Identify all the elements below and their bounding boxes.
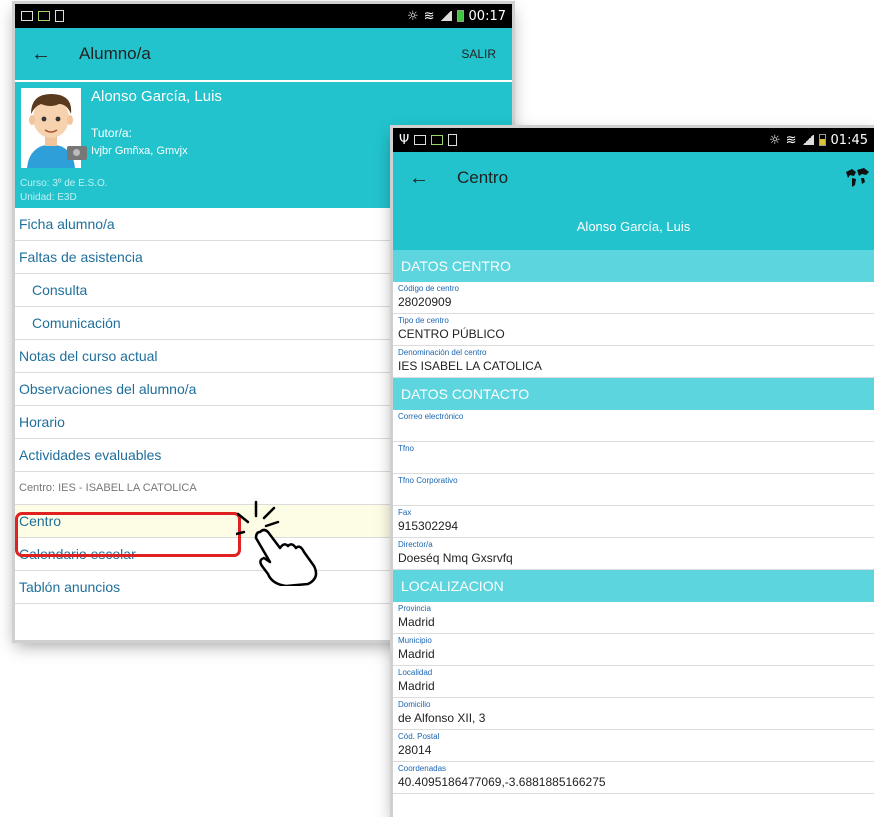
field-value: IES ISABEL LA CATOLICA (398, 359, 542, 373)
field-correo: Correo electrónico (393, 410, 874, 442)
centro-screen: Ψ ☼ ≋ 01:45 ← Centro Alonso García, Luis… (393, 128, 874, 817)
gallery-notification-icon (414, 135, 427, 145)
field-director: Director/a Doeséq Nmq Gxsrvfq (393, 538, 874, 570)
app-bar: ← Alumno/a SALIR (15, 28, 512, 80)
field-fax: Fax 915302294 (393, 506, 874, 538)
field-label: Provincia (398, 604, 431, 613)
section-datos-contacto: DATOS CONTACTO (393, 378, 874, 410)
status-time: 01:45 (830, 132, 868, 148)
field-denominacion: Denominación del centro IES ISABEL LA CA… (393, 346, 874, 378)
page-title: Alumno/a (79, 44, 151, 63)
signal-icon (439, 11, 452, 21)
tap-hand-icon (236, 500, 318, 586)
field-coordenadas: Coordenadas 40.4095186477069,-3.68818851… (393, 762, 874, 794)
unidad-text: Unidad: E3D (20, 192, 77, 203)
mute-icon: ☼ (768, 132, 781, 148)
signal-icon (801, 135, 814, 145)
usb-notification-icon (38, 11, 50, 21)
app-bar: ← Centro (393, 152, 874, 204)
field-tfno: Tfno (393, 442, 874, 474)
field-tfno-corporativo: Tfno Corporativo (393, 474, 874, 506)
field-label: Coordenadas (398, 764, 447, 773)
file-notification-icon (55, 10, 64, 22)
status-bar: Ψ ☼ ≋ 01:45 (393, 128, 874, 152)
page-title: Centro (457, 168, 509, 187)
field-value: 915302294 (398, 519, 459, 533)
field-municipio: Municipio Madrid (393, 634, 874, 666)
field-label: Tipo de centro (398, 316, 449, 325)
camera-icon[interactable] (67, 146, 87, 160)
field-label: Municipio (398, 636, 432, 645)
tutor-name: Ivjbr Gmñxa, Gmvjx (91, 145, 188, 157)
field-value: Madrid (398, 615, 435, 629)
field-codigo: Código de centro 28020909 (393, 282, 874, 314)
tutor-label: Tutor/a: (91, 126, 132, 140)
usb-notification-icon (431, 135, 444, 145)
battery-icon (818, 134, 826, 146)
field-label: Domicilio (398, 700, 431, 709)
wifi-icon: ≋ (423, 8, 435, 24)
curso-text: Curso: 3º de E.S.O. (20, 178, 108, 189)
field-label: Denominación del centro (398, 348, 487, 357)
field-value: Doeséq Nmq Gxsrvfq (398, 551, 513, 565)
field-value: Madrid (398, 647, 435, 661)
world-map-icon[interactable] (844, 166, 870, 188)
student-name-band: Alonso García, Luis (393, 204, 874, 250)
field-value: Madrid (398, 679, 435, 693)
field-cod-postal: Cód. Postal 28014 (393, 730, 874, 762)
field-tipo: Tipo de centro CENTRO PÚBLICO (393, 314, 874, 346)
field-value: 28020909 (398, 295, 452, 309)
status-bar: ☼ ≋ 00:17 (15, 4, 512, 28)
gallery-notification-icon (21, 11, 33, 21)
field-value: 40.4095186477069,-3.6881885166275 (398, 775, 606, 789)
field-value: de Alfonso XII, 3 (398, 711, 486, 725)
section-localizacion: LOCALIZACION (393, 570, 874, 602)
field-label: Tfno (398, 444, 415, 453)
back-arrow-icon[interactable]: ← (409, 167, 429, 190)
field-label: Director/a (398, 540, 433, 549)
field-label: Localidad (398, 668, 433, 677)
section-datos-centro: DATOS CENTRO (393, 250, 874, 282)
status-time: 00:17 (468, 8, 506, 24)
file-notification-icon (448, 134, 458, 146)
field-label: Tfno Corporativo (398, 476, 458, 485)
field-label: Código de centro (398, 284, 459, 293)
student-name: Alonso García, Luis (91, 88, 222, 105)
battery-icon (456, 10, 464, 22)
salir-button[interactable]: SALIR (461, 47, 496, 61)
mute-icon: ☼ (406, 8, 419, 24)
field-label: Correo electrónico (398, 412, 464, 421)
field-value: CENTRO PÚBLICO (398, 327, 505, 341)
centro-highlight-box (15, 512, 241, 557)
field-provincia: Provincia Madrid (393, 602, 874, 634)
wifi-icon: ≋ (785, 132, 797, 148)
field-domicilio: Domicilio de Alfonso XII, 3 (393, 698, 874, 730)
field-value: 28014 (398, 743, 432, 757)
field-localidad: Localidad Madrid (393, 666, 874, 698)
back-arrow-icon[interactable]: ← (31, 43, 51, 66)
field-label: Cód. Postal (398, 732, 440, 741)
field-label: Fax (398, 508, 412, 517)
usb-debug-icon: Ψ (399, 132, 410, 148)
